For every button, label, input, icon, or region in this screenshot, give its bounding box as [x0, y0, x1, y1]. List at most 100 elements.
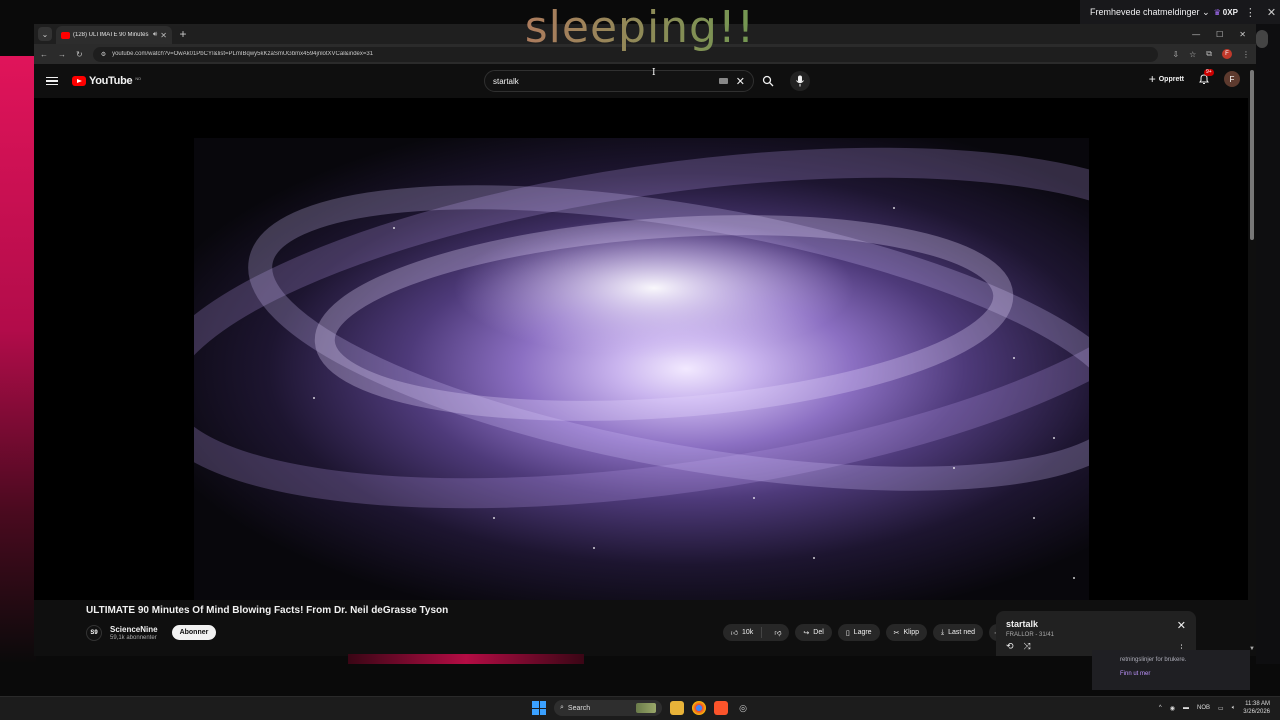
back-icon[interactable]: ←	[40, 50, 48, 59]
youtube-favicon-icon	[61, 31, 70, 39]
chrome-icon[interactable]	[692, 701, 706, 715]
kebab-menu-icon[interactable]: ⋮	[1242, 6, 1259, 19]
dislike-button[interactable]: 👎︎	[766, 628, 789, 637]
desktop-background	[0, 56, 36, 664]
profile-icon[interactable]: F	[1222, 49, 1232, 59]
subscriber-count: 59,1k abonnenter	[110, 634, 157, 641]
search-icon: ⌕	[560, 704, 564, 711]
channel-avatar[interactable]: S9	[86, 624, 102, 641]
video-meta: ULTIMATE 90 Minutes Of Mind Blowing Fact…	[86, 605, 1006, 641]
video-frame-galaxy	[194, 138, 1089, 600]
share-button[interactable]: ↪ Del	[795, 624, 832, 641]
text-cursor-icon: I	[652, 68, 656, 78]
chat-header-title[interactable]: Fremhevede chatmeldinger ⌄	[1090, 7, 1210, 18]
tab-strip: ⌄ (128) ULTIMATE 90 Minutes Of Mind Blo.…	[34, 24, 1256, 44]
new-tab-button[interactable]: +	[176, 27, 190, 41]
channel-name[interactable]: ScienceNine	[110, 625, 158, 634]
points-indicator[interactable]: ♛ 0XP	[1214, 8, 1238, 17]
page-scrollbar[interactable]: ▼	[1248, 64, 1256, 656]
volume-icon[interactable]: 🔈︎	[1232, 705, 1236, 712]
playlist-title[interactable]: startalk	[1006, 619, 1186, 629]
clear-search-icon[interactable]: ✕	[736, 75, 745, 88]
language-indicator[interactable]: NOB	[1197, 705, 1210, 711]
clock[interactable]: 11:38 AM 3/26/2026	[1243, 700, 1270, 716]
tab-search-icon[interactable]: ⌄	[38, 27, 52, 41]
window-close-icon[interactable]: ✕	[1239, 30, 1246, 39]
notifications-button[interactable]: 9+	[1198, 69, 1214, 85]
crown-icon: ♛	[1213, 7, 1221, 17]
screen: sleeping!! Fremhevede chatmeldinger ⌄ ♛0…	[0, 0, 1280, 720]
forward-icon[interactable]: →	[58, 50, 66, 59]
loop-icon[interactable]: ⟲	[1006, 641, 1014, 652]
download-icon: ⤓	[941, 628, 945, 636]
like-button[interactable]: 👍︎ 10k	[723, 627, 763, 638]
youtube-header: YouTube NO startalk ✕ I + Opprett 9+ F	[34, 64, 1256, 98]
keyboard-icon[interactable]	[718, 78, 728, 84]
thumbs-up-icon: 👍︎	[730, 630, 739, 637]
tray-app-icon[interactable]: ◉	[1170, 705, 1175, 712]
minimize-icon[interactable]: —	[1192, 30, 1200, 39]
playlist-subtitle: FRALLOR - 31/41	[1006, 632, 1055, 638]
toolbar-icons: ⇩ ☆ ⧉ F ⋮	[1172, 49, 1250, 59]
shuffle-icon[interactable]: ⤨	[1024, 641, 1031, 652]
bookmark-star-icon[interactable]: ☆	[1189, 50, 1196, 59]
youtube-logo[interactable]: YouTube NO	[72, 75, 141, 87]
desktop-background-strip	[348, 654, 584, 664]
site-info-icon[interactable]: ⚙	[101, 51, 106, 58]
download-button[interactable]: ⤓ Last ned	[933, 624, 983, 641]
speaker-icon[interactable]: 🔊︎	[153, 31, 157, 39]
subscribe-button[interactable]: Abonner	[171, 625, 217, 640]
account-avatar[interactable]: F	[1224, 71, 1240, 87]
search-input[interactable]: startalk ✕	[484, 70, 754, 92]
chat-panel-edge	[1256, 24, 1280, 664]
browser-menu-icon[interactable]: ⋮	[1242, 50, 1250, 59]
browser-window: ⌄ (128) ULTIMATE 90 Minutes Of Mind Blo.…	[34, 24, 1256, 656]
windows-start-icon[interactable]	[532, 701, 546, 715]
video-title: ULTIMATE 90 Minutes Of Mind Blowing Fact…	[86, 605, 449, 616]
search-icon	[762, 75, 774, 87]
browser-toolbar: ← → ↻ ⚙ youtube.com/watch?v=OwAk01PbCYI&…	[34, 44, 1256, 64]
plus-icon: +	[1148, 72, 1156, 86]
video-player[interactable]	[34, 98, 1248, 600]
save-button[interactable]: ▯ Lagre	[837, 624, 880, 641]
create-button[interactable]: + Opprett	[1149, 72, 1184, 86]
youtube-page: YouTube NO startalk ✕ I + Opprett 9+ F ▼…	[34, 64, 1256, 656]
chat-info-link[interactable]: Finn ut mer	[1120, 670, 1222, 678]
app-icon[interactable]: ◎	[736, 701, 750, 715]
tab-close-icon[interactable]: ✕	[160, 31, 167, 40]
video-actions: 👍︎10k 👎︎ ↪Del ▯Lagre ✂Klipp ⤓Last ned ⋯	[722, 624, 1006, 641]
maximize-icon[interactable]: ☐	[1216, 30, 1223, 39]
extensions-icon[interactable]: ⧉	[1206, 49, 1212, 59]
menu-icon[interactable]	[46, 76, 58, 86]
reload-icon[interactable]: ↻	[76, 50, 83, 59]
bookmark-icon: ▯	[845, 629, 850, 637]
search-query: startalk	[493, 76, 519, 86]
search-highlight-image	[636, 703, 656, 713]
youtube-play-icon	[72, 76, 86, 86]
search-button[interactable]	[758, 71, 778, 91]
install-app-icon[interactable]: ⇩	[1172, 50, 1179, 59]
chat-panel-header: Fremhevede chatmeldinger ⌄ ♛ 0XP ⋮ ✕	[1080, 0, 1280, 24]
brave-icon[interactable]	[714, 701, 728, 715]
taskbar-search[interactable]: ⌕ Search	[554, 700, 662, 716]
close-icon[interactable]: ✕	[1263, 6, 1280, 19]
microphone-icon	[796, 75, 804, 87]
clip-button[interactable]: ✂ Klipp	[885, 624, 928, 641]
header-actions: + Opprett 9+ F	[1149, 69, 1240, 87]
notification-badge: 9+	[1204, 69, 1214, 76]
share-icon: ↪	[803, 629, 810, 637]
address-bar[interactable]: ⚙ youtube.com/watch?v=OwAk01PbCYI&list=P…	[92, 46, 1159, 62]
voice-search-button[interactable]	[790, 71, 810, 91]
browser-tab-active[interactable]: (128) ULTIMATE 90 Minutes Of Mind Blo...…	[56, 26, 172, 44]
channel-info: ScienceNine 59,1k abonnenter	[110, 625, 158, 641]
tray-flag-icon[interactable]: ▬	[1183, 705, 1189, 711]
tray-chevron-icon[interactable]: ^	[1159, 705, 1162, 711]
file-explorer-icon[interactable]	[670, 701, 684, 715]
scrollbar-thumb[interactable]	[1250, 70, 1254, 240]
scissors-icon: ✂	[893, 629, 900, 637]
chat-info-box: retningslinjer for brukere. Finn ut mer	[1092, 650, 1250, 690]
system-tray: ^ ◉ ▬ NOB ▭ 🔈︎ 11:38 AM 3/26/2026	[1159, 700, 1270, 716]
network-icon[interactable]: ▭	[1218, 705, 1224, 712]
playlist-close-icon[interactable]: ✕	[1177, 619, 1186, 632]
channel-row: S9 ScienceNine 59,1k abonnenter Abonner …	[86, 624, 1006, 641]
